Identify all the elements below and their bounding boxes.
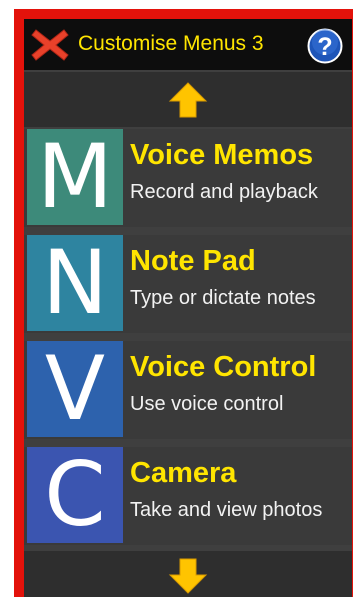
app-screen: Customise Menus 3 ? M Voice Memos Record… [24,19,352,597]
item-subtitle: Use voice control [130,393,284,415]
tile-voice-memos: M [27,129,123,225]
menu-item-camera[interactable]: C Camera Take and view photos [24,447,352,545]
tile-letter: C [44,443,106,546]
svg-text:?: ? [317,33,332,61]
item-title: Voice Control [130,351,317,383]
close-button[interactable] [30,27,70,63]
page-title: Customise Menus 3 [78,32,264,55]
item-subtitle: Type or dictate notes [130,287,316,309]
menu-item-voice-memos[interactable]: M Voice Memos Record and playback [24,129,352,227]
scroll-up-button[interactable] [24,72,352,127]
close-x-icon [31,29,69,61]
menu-item-voice-control[interactable]: V Voice Control Use voice control [24,341,352,439]
arrow-up-icon [168,82,208,118]
arrow-down-icon [168,558,208,594]
item-subtitle: Take and view photos [130,499,323,521]
scroll-down-button[interactable] [24,551,352,597]
help-button[interactable]: ? [307,28,343,64]
item-title: Voice Memos [130,139,314,171]
tile-voice-control: V [27,341,123,437]
tile-note-pad: N [27,235,123,331]
tile-letter: N [42,231,108,334]
tile-letter: V [44,337,106,440]
help-question-icon: ? [307,28,343,64]
tile-letter: M [37,125,113,228]
menu-item-note-pad[interactable]: N Note Pad Type or dictate notes [24,235,352,333]
item-title: Camera [130,457,237,489]
tile-camera: C [27,447,123,543]
item-title: Note Pad [130,245,256,277]
header-bar: Customise Menus 3 ? [24,19,352,70]
item-subtitle: Record and playback [130,181,318,203]
